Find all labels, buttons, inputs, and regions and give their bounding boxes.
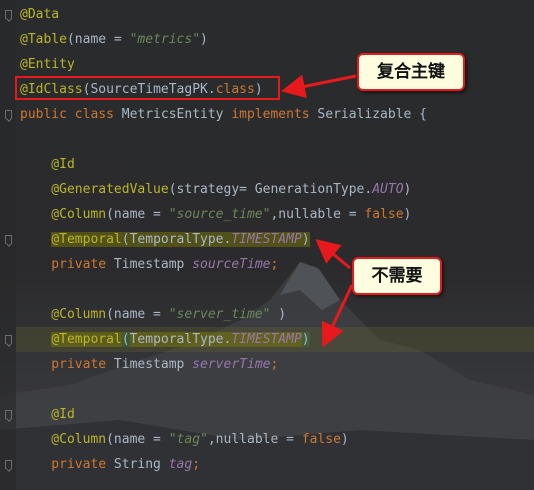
- code-token: @Data: [20, 7, 60, 22]
- code-token: ,nullable =: [207, 432, 302, 447]
- code-line[interactable]: @Temporal(TemporalType.TIMESTAMP): [20, 327, 310, 352]
- code-token: Timestamp: [113, 357, 193, 372]
- code-editor[interactable]: @Data @Table(name = "metrics") @Entity @IdC…: [0, 0, 534, 490]
- code-token: Serializable {: [317, 107, 427, 122]
- code-token: implements: [231, 107, 318, 122]
- code-token: ;: [270, 357, 279, 372]
- code-line[interactable]: @Column(name = "source_time",nullable = …: [20, 202, 411, 227]
- code-token: @Temporal: [51, 232, 122, 247]
- code-line[interactable]: @Temporal(TemporalType.TIMESTAMP): [20, 227, 310, 252]
- code-token: (: [121, 332, 130, 347]
- code-token: "metrics": [129, 32, 201, 47]
- code-token: @Entity: [20, 57, 75, 72]
- code-token: ): [301, 232, 310, 247]
- code-token: false: [364, 207, 404, 222]
- code-line[interactable]: @GeneratedValue(strategy= GenerationType…: [20, 177, 411, 202]
- code-token: ,nullable =: [270, 207, 365, 222]
- code-token: TemporalType.: [129, 332, 232, 347]
- fold-icon[interactable]: [5, 10, 12, 19]
- code-token: @GeneratedValue: [20, 182, 169, 197]
- code-token: public class: [20, 107, 122, 122]
- code-token: ;: [270, 257, 279, 272]
- code-token: @Table: [20, 32, 67, 47]
- code-token: TIMESTAMP: [231, 332, 302, 347]
- code-token: @Column: [20, 432, 107, 447]
- code-line[interactable]: @Id: [20, 152, 75, 177]
- idclass-highlight-box: [15, 76, 280, 100]
- code-token: @Column: [20, 207, 107, 222]
- code-line[interactable]: private Timestamp sourceTime;: [20, 252, 278, 277]
- fold-icon[interactable]: [5, 460, 12, 469]
- code-token: "server_time": [168, 307, 271, 322]
- code-line[interactable]: @Column(name = "tag",nullable = false): [20, 427, 349, 452]
- code-line[interactable]: private Timestamp serverTime;: [20, 352, 278, 377]
- fold-icon[interactable]: [5, 110, 12, 119]
- code-line[interactable]: public class MetricsEntity implements Se…: [20, 102, 427, 127]
- code-token: "source_time": [168, 207, 271, 222]
- code-token: (TemporalType.: [121, 232, 232, 247]
- code-token: (name =: [66, 32, 130, 47]
- fold-icon[interactable]: [5, 410, 12, 419]
- code-token: ): [200, 32, 208, 47]
- code-token: (name =: [106, 432, 169, 447]
- code-token: ): [403, 207, 412, 222]
- code-line[interactable]: @Data: [20, 2, 59, 27]
- not-needed-callout: 不需要: [352, 257, 442, 295]
- code-token: ;: [192, 457, 201, 472]
- code-token: ): [403, 182, 412, 197]
- code-token: @Column: [20, 307, 107, 322]
- fold-icon[interactable]: [5, 335, 12, 344]
- code-token: serverTime: [192, 357, 271, 372]
- code-token: tag: [168, 457, 193, 472]
- code-token: AUTO: [372, 182, 404, 197]
- code-token: @Id: [20, 157, 75, 172]
- arrow-to-idclass: [281, 74, 357, 99]
- code-token: MetricsEntity: [121, 107, 232, 122]
- code-token: ): [301, 332, 310, 347]
- code-token: (name =: [106, 307, 169, 322]
- code-token: Timestamp: [113, 257, 193, 272]
- code-token: sourceTime: [192, 257, 271, 272]
- code-line[interactable]: @Id: [20, 402, 75, 427]
- code-token: @Id: [20, 407, 75, 422]
- code-token: TIMESTAMP: [231, 232, 302, 247]
- code-token: "tag": [168, 432, 208, 447]
- code-token: @Temporal: [51, 332, 122, 347]
- code-token: String: [113, 457, 169, 472]
- code-line[interactable]: @Table(name = "metrics"): [20, 27, 208, 52]
- code-token: ): [270, 307, 287, 322]
- code-token: ): [340, 432, 349, 447]
- code-line[interactable]: private String tag;: [20, 452, 200, 477]
- code-token: private: [20, 357, 114, 372]
- code-line[interactable]: @Column(name = "server_time" ): [20, 302, 286, 327]
- code-token: (name =: [106, 207, 169, 222]
- code-token: (strategy= GenerationType.: [168, 182, 373, 197]
- code-line[interactable]: @Entity: [20, 52, 75, 77]
- code-token: private: [20, 457, 114, 472]
- composite-key-callout: 复合主键: [357, 53, 465, 91]
- fold-icon[interactable]: [5, 235, 12, 244]
- code-token: private: [20, 257, 114, 272]
- code-token: false: [301, 432, 341, 447]
